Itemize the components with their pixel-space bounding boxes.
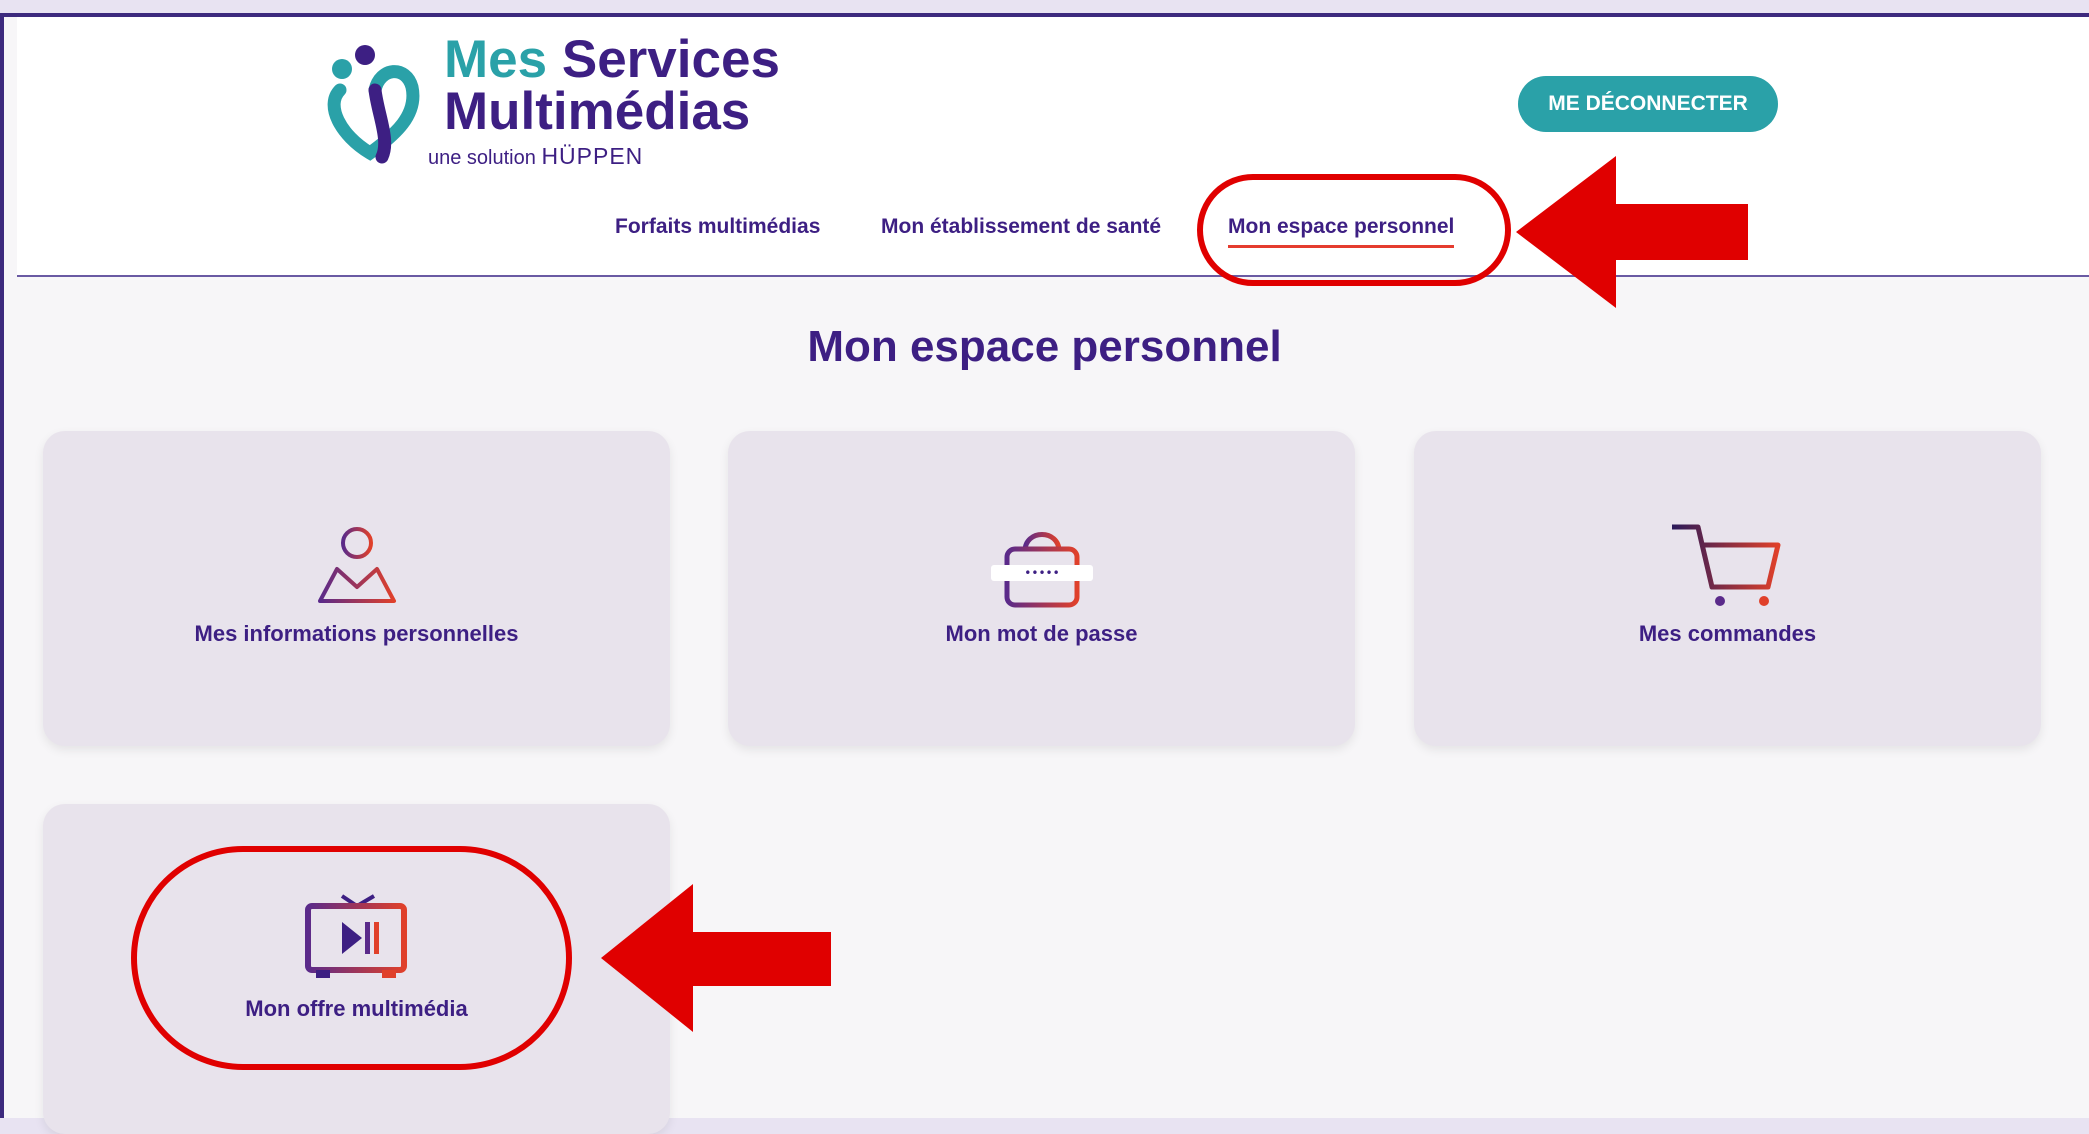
nav-item-forfaits[interactable]: Forfaits multimédias <box>615 212 820 242</box>
nav-item-espace-personnel[interactable]: Mon espace personnel <box>1228 212 1455 248</box>
tv-play-icon <box>304 894 407 978</box>
logo-multimedias: Multimédias <box>444 82 751 141</box>
logo-heart-icon <box>327 45 420 164</box>
nav-item-etablissement[interactable]: Mon établissement de santé <box>881 212 1161 242</box>
page-title: Mon espace personnel <box>807 322 1282 371</box>
logo-brand: HÜPPEN <box>541 143 644 169</box>
logo[interactable]: Mes Services Multimédias une solution HÜ… <box>320 33 800 173</box>
main-nav: Forfaits multimédias Mon établissement d… <box>17 212 2089 252</box>
card-label: Mon offre multimédia <box>245 996 468 1021</box>
logo-tagline: une solution HÜPPEN <box>428 143 643 170</box>
logo-services: Services <box>561 30 780 89</box>
svg-text:•••••: ••••• <box>1024 566 1059 580</box>
card-multimedia-offer[interactable]: Mon offre multimédia <box>43 804 670 1134</box>
cart-icon <box>1671 524 1780 606</box>
lock-password-icon: ••••• <box>990 532 1093 608</box>
logo-wordmark: Mes Services Multimédias <box>444 30 780 141</box>
card-password[interactable]: ••••• Mon mot de passe <box>728 431 1355 746</box>
card-orders[interactable]: Mes commandes <box>1414 431 2041 746</box>
logo-tagline-text: une solution <box>428 147 536 169</box>
top-strip <box>0 0 2089 13</box>
card-personal-info[interactable]: Mes informations personnelles <box>43 431 670 746</box>
logo-mes: Mes <box>444 30 548 89</box>
card-label: Mes commandes <box>1638 621 1817 646</box>
logout-button[interactable]: ME DÉCONNECTER <box>1518 76 1778 132</box>
card-label: Mon mot de passe <box>945 621 1138 646</box>
user-icon <box>317 527 396 603</box>
card-label: Mes informations personnelles <box>194 621 519 646</box>
site-header: Mes Services Multimédias une solution HÜ… <box>17 17 2089 277</box>
